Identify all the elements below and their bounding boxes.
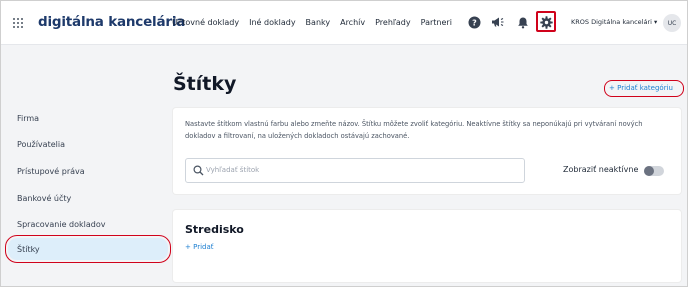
nav-archiv[interactable]: Archív xyxy=(340,18,365,27)
svg-text:?: ? xyxy=(472,18,477,27)
category-title: Stredisko xyxy=(185,223,244,236)
main-nav: Účtovné doklady Iné doklady Banky Archív… xyxy=(172,18,462,27)
top-bar: digitálna kancelária Účtovné doklady Iné… xyxy=(1,1,687,45)
sidebar-item-pouzivatelia[interactable]: Používatelia xyxy=(17,140,65,149)
avatar[interactable]: UC xyxy=(663,14,681,32)
app-window: digitálna kancelária Účtovné doklady Iné… xyxy=(0,0,688,287)
toggle-knob[interactable] xyxy=(644,166,654,176)
gear-icon[interactable] xyxy=(538,14,554,30)
bell-icon[interactable] xyxy=(515,14,531,30)
add-tag-button[interactable]: + Pridať xyxy=(185,243,214,251)
sidebar-item-pristupove-prava[interactable]: Prístupové práva xyxy=(17,167,85,176)
category-card-stredisko xyxy=(173,210,681,282)
sidebar-item-spracovanie-dokladov[interactable]: Spracovanie dokladov xyxy=(17,220,105,229)
nav-prehlady[interactable]: Prehľady xyxy=(375,18,411,27)
nav-uctovne-doklady[interactable]: Účtovné doklady xyxy=(172,18,239,27)
search-icon xyxy=(193,165,204,176)
add-category-button[interactable]: + Pridať kategóriu xyxy=(609,84,673,92)
nav-ine-doklady[interactable]: Iné doklady xyxy=(249,18,295,27)
page-title: Štítky xyxy=(173,73,237,95)
help-icon[interactable]: ? xyxy=(466,14,482,30)
company-switcher[interactable]: KROS Digitálna kancelári ▾ xyxy=(571,18,657,26)
sidebar-item-firma[interactable]: Firma xyxy=(17,114,39,123)
show-inactive-label: Zobraziť neaktívne xyxy=(563,165,639,174)
apps-grid-icon[interactable] xyxy=(13,18,23,28)
sidebar-item-bankove-ucty[interactable]: Bankové účty xyxy=(17,194,71,203)
announcement-icon[interactable] xyxy=(490,14,506,30)
search-input[interactable] xyxy=(206,164,506,176)
app-logo[interactable]: digitálna kancelária xyxy=(38,14,185,30)
tags-description: Nastavte štítkom vlastnú farbu alebo zme… xyxy=(185,120,643,140)
nav-banky[interactable]: Banky xyxy=(306,18,331,27)
nav-partneri[interactable]: Partneri xyxy=(421,18,452,27)
sidebar-item-stitky[interactable]: Štítky xyxy=(17,245,40,254)
